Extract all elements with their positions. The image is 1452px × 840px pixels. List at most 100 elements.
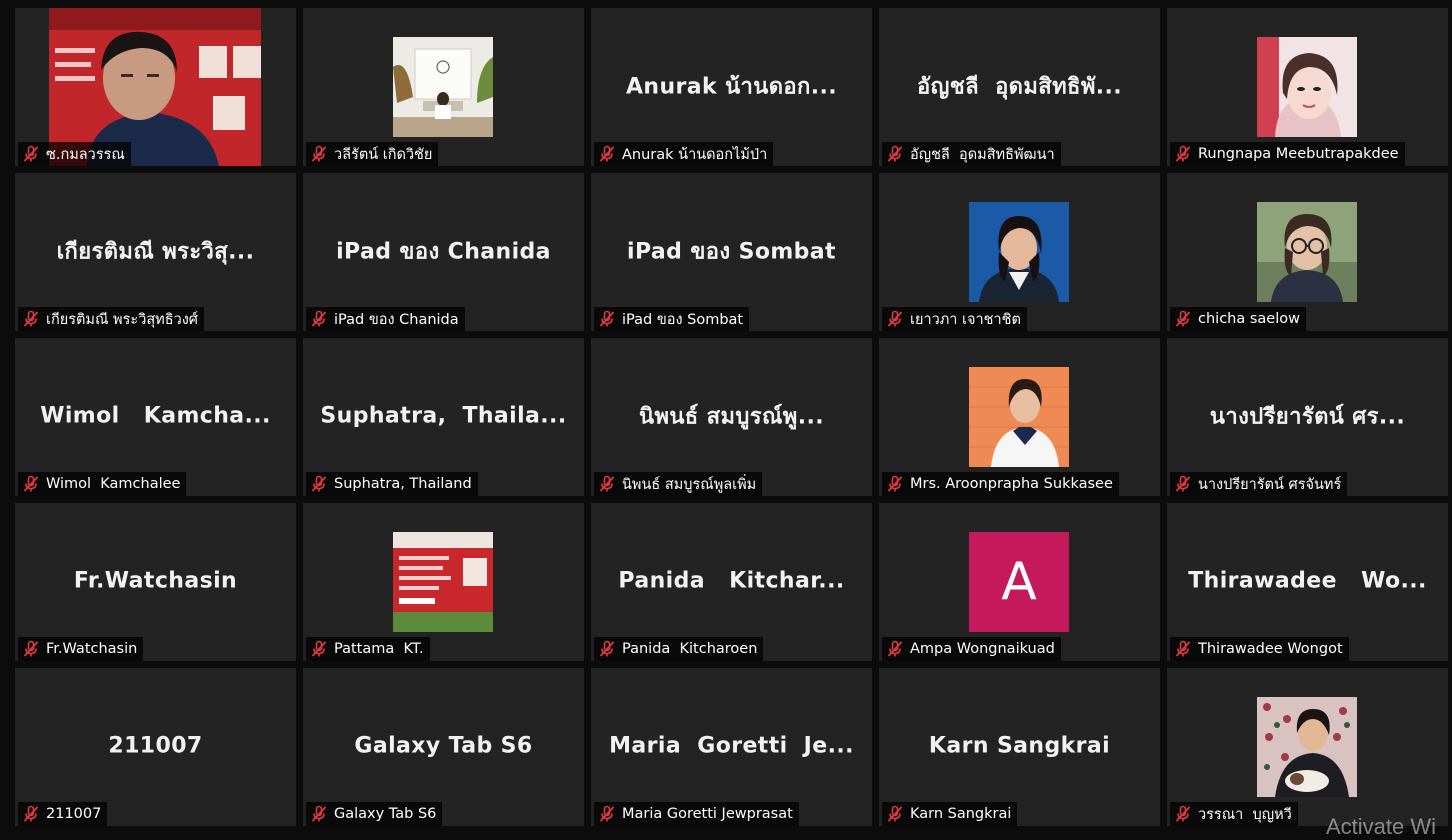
mic-muted-icon (886, 145, 904, 163)
participant-tile-rungnapa-meebutrapakdee[interactable]: Rungnapa Meebutrapakdee (1167, 8, 1448, 166)
mic-muted-icon (310, 475, 328, 493)
participant-tile-participant[interactable]: ซ.กมลวรรณ (15, 8, 296, 166)
participant-tile-pattama-kt[interactable]: Pattama KT. (303, 503, 584, 661)
participant-name-label: ซ.กมลวรรณ (18, 142, 131, 166)
mic-muted-icon (598, 145, 616, 163)
participant-name-label: วรรณา บุญหวี (1170, 802, 1298, 826)
participant-name-label: Galaxy Tab S6 (306, 802, 443, 826)
participant-name: Rungnapa Meebutrapakdee (1198, 146, 1399, 162)
participant-display-name: Karn Sangkrai (928, 733, 1111, 759)
participant-name: iPad ของ Sombat (622, 311, 744, 328)
participant-name: Ampa Wongnaikuad (910, 641, 1055, 657)
participant-name: วลีรัตน์ เกิดวิชัย (334, 146, 433, 163)
participant-name-label: iPad ของ Chanida (306, 307, 465, 331)
mic-muted-icon (22, 145, 40, 163)
participant-name-label: อัญชลี อุดมสิทธิพัฒนา (882, 142, 1061, 166)
participant-name-label: Thirawadee Wongot (1170, 637, 1349, 661)
participant-display-name: Thirawadee Wo... (1188, 568, 1427, 594)
participant-tile-ipad-sombat[interactable]: iPad ของ Sombat iPad ของ Sombat (591, 173, 872, 331)
mic-muted-icon (886, 805, 904, 823)
mic-muted-icon (310, 310, 328, 328)
participant-name-label: นิพนธ์ สมบูรณ์พูลเพิ่ม (594, 472, 763, 496)
participant-name-label: นางปรียารัตน์ ศรจันทร์ (1170, 472, 1348, 496)
participant-name-label: เกียรติมณี พระวิสุทธิวงศ์ (18, 307, 205, 331)
participant-tile-anurak[interactable]: Anurak น้านดอก... Anurak น้านดอกไม้ป่า (591, 8, 872, 166)
participant-tile-ampa-wongnaikuad[interactable]: A Ampa Wongnaikuad (879, 503, 1160, 661)
participant-name-label: Pattama KT. (306, 637, 430, 661)
participant-name: Thirawadee Wongot (1198, 641, 1343, 657)
participant-tile-participant[interactable]: อัญชลี อุดมสิทธิพั... อัญชลี อุดมสิทธิพัฒ… (879, 8, 1160, 166)
participant-display-name: อัญชลี อุดมสิทธิพั... (916, 74, 1123, 100)
participant-tile-ipad-chanida[interactable]: iPad ของ Chanida iPad ของ Chanida (303, 173, 584, 331)
participant-tile-karn-sangkrai[interactable]: Karn Sangkrai Karn Sangkrai (879, 668, 1160, 826)
participant-display-name: นางปรียารัตน์ ศร... (1209, 404, 1406, 430)
participant-tile-mrs-aroonprapha-sukkasee[interactable]: Mrs. Aroonprapha Sukkasee (879, 338, 1160, 496)
participant-tile-211007[interactable]: 211007 211007 (15, 668, 296, 826)
participant-name: เยาวภา เจาชาชิต (910, 311, 1021, 328)
mic-muted-icon (1174, 640, 1192, 658)
mic-muted-icon (310, 805, 328, 823)
participant-tile-participant[interactable]: นางปรียารัตน์ ศร... นางปรียารัตน์ ศรจันทร… (1167, 338, 1448, 496)
participant-name: 211007 (46, 806, 102, 822)
mic-muted-icon (22, 640, 40, 658)
participant-grid: ซ.กมลวรรณ วลีรัตน์ เกิดวิชัย Anurak น้านดอ… (15, 8, 1448, 826)
participant-tile-participant[interactable]: นิพนธ์ สมบูรณ์พู... นิพนธ์ สมบูรณ์พูลเพิ่… (591, 338, 872, 496)
participant-tile-participant[interactable]: วลีรัตน์ เกิดวิชัย (303, 8, 584, 166)
participant-tile-wimol-kamchalee[interactable]: Wimol Kamcha... Wimol Kamchalee (15, 338, 296, 496)
profile-photo (969, 202, 1069, 302)
mic-muted-icon (1174, 145, 1192, 163)
participant-display-name: Galaxy Tab S6 (354, 733, 533, 759)
participant-name-label: Rungnapa Meebutrapakdee (1170, 142, 1405, 166)
participant-tile-thirawadee-wongot[interactable]: Thirawadee Wo... Thirawadee Wongot (1167, 503, 1448, 661)
participant-name-label: iPad ของ Sombat (594, 307, 750, 331)
participant-name-label: Karn Sangkrai (882, 802, 1018, 826)
participant-display-name: Wimol Kamcha... (40, 403, 271, 429)
participant-display-name: Fr.Watchasin (73, 568, 238, 594)
profile-photo (969, 367, 1069, 467)
participant-tile-galaxy-tab-s6[interactable]: Galaxy Tab S6 Galaxy Tab S6 (303, 668, 584, 826)
participant-display-name: 211007 (108, 733, 203, 759)
participant-display-name: เกียรติมณี พระวิสุ... (56, 239, 255, 265)
mic-muted-icon (598, 310, 616, 328)
activate-windows-watermark: Activate Wi (1326, 814, 1437, 839)
participant-tile-participant[interactable]: เยาวภา เจาชาชิต (879, 173, 1160, 331)
participant-tile-maria-goretti-jewprasat[interactable]: Maria Goretti Je... Maria Goretti Jewpras… (591, 668, 872, 826)
mic-muted-icon (598, 475, 616, 493)
participant-display-name: Anurak น้านดอก... (625, 74, 838, 100)
participant-name: Karn Sangkrai (910, 806, 1012, 822)
participant-name: chicha saelow (1198, 311, 1300, 327)
participant-name: Suphatra, Thailand (334, 476, 472, 492)
mic-muted-icon (1174, 805, 1192, 823)
mic-muted-icon (310, 640, 328, 658)
participant-name: iPad ของ Chanida (334, 311, 459, 328)
mic-muted-icon (886, 310, 904, 328)
mic-muted-icon (598, 805, 616, 823)
participant-name: Galaxy Tab S6 (334, 806, 437, 822)
participant-name: Fr.Watchasin (46, 641, 138, 657)
mic-muted-icon (22, 805, 40, 823)
participant-name-label: Anurak น้านดอกไม้ป่า (594, 142, 774, 166)
participant-name: เกียรติมณี พระวิสุทธิวงศ์ (46, 311, 199, 328)
participant-tile-participant[interactable]: เกียรติมณี พระวิสุ... เกียรติมณี พระวิสุท… (15, 173, 296, 331)
profile-photo (1257, 37, 1357, 137)
participant-tile-panida-kitcharoen[interactable]: Panida Kitchar... Panida Kitcharoen (591, 503, 872, 661)
participant-tile-participant[interactable]: วรรณา บุญหวี (1167, 668, 1448, 826)
participant-name-label: Ampa Wongnaikuad (882, 637, 1061, 661)
participant-display-name: นิพนธ์ สมบูรณ์พู... (639, 404, 824, 430)
participant-name-label: Maria Goretti Jewprasat (594, 802, 799, 826)
participant-name-label: Mrs. Aroonprapha Sukkasee (882, 472, 1119, 496)
profile-photo (1257, 697, 1357, 797)
mic-muted-icon (1174, 310, 1192, 328)
participant-name: Panida Kitcharoen (622, 641, 758, 657)
participant-display-name: Panida Kitchar... (618, 568, 845, 594)
participant-tile-chicha-saelow[interactable]: chicha saelow (1167, 173, 1448, 331)
mic-muted-icon (1174, 475, 1192, 493)
letter-avatar: A (969, 532, 1069, 632)
participant-name-label: Fr.Watchasin (18, 637, 144, 661)
participant-tile-suphatra-thailand[interactable]: Suphatra, Thaila... Suphatra, Thailand (303, 338, 584, 496)
participant-name-label: chicha saelow (1170, 307, 1306, 331)
participant-tile-fr-watchasin[interactable]: Fr.Watchasin Fr.Watchasin (15, 503, 296, 661)
participant-display-name: Maria Goretti Je... (609, 733, 854, 759)
mic-muted-icon (22, 310, 40, 328)
participant-name: Mrs. Aroonprapha Sukkasee (910, 476, 1113, 492)
